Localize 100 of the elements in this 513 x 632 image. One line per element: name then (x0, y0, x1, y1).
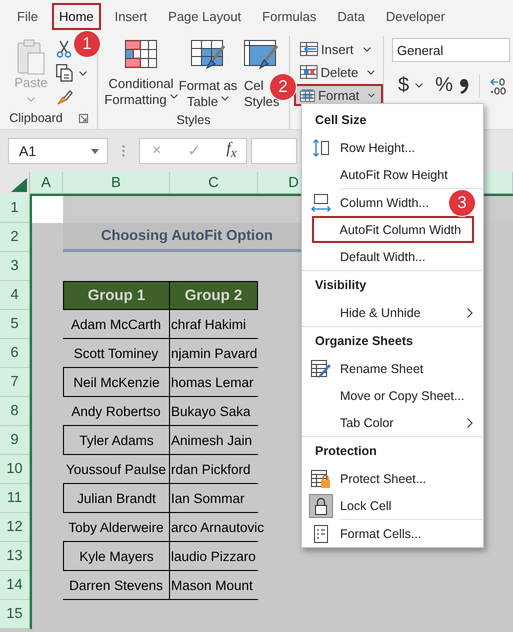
table-cell: chraf Hakimi (171, 317, 246, 332)
menu-section-header: Organize Sheets (314, 333, 414, 350)
delete-cells-icon (300, 65, 318, 79)
comma-style-icon[interactable] (458, 78, 469, 94)
table-cell: Kyle Mayers (79, 548, 154, 564)
insert-function-button[interactable]: f$_{x}$ (226, 140, 237, 162)
conditional-formatting-button[interactable]: Conditional Formatting (104, 36, 178, 110)
scissors-icon[interactable] (56, 40, 72, 58)
table-cell: Scott Tominey (74, 346, 158, 360)
table-cell: Mason Mount (171, 578, 253, 593)
caret-icon (362, 46, 371, 52)
caret-icon (368, 92, 375, 98)
ribbon-tab[interactable]: Formulas (255, 2, 324, 30)
menu-item[interactable]: Lock Cell (340, 498, 392, 512)
row-header[interactable]: 7 (10, 374, 19, 390)
dialog-launcher-icon[interactable] (78, 114, 88, 122)
menu-item[interactable]: Format Cells... (340, 526, 422, 540)
document-icon (314, 524, 328, 542)
menu-item[interactable]: Row Height... (340, 140, 416, 154)
menu-item[interactable]: Column Width... (340, 196, 429, 210)
ribbon-tab[interactable]: File (10, 2, 45, 30)
row-header[interactable]: 3 (10, 258, 19, 274)
ribbon-tab[interactable]: Developer (378, 2, 452, 30)
table-header-cell: Group 2 (170, 281, 258, 310)
percent-button[interactable]: % (435, 74, 453, 97)
table-brush-icon (244, 40, 278, 70)
ribbon-tab[interactable]: Page Layout (161, 2, 248, 30)
row-header[interactable]: 8 (10, 403, 19, 419)
table-cell: laudio Pizzaro (171, 549, 256, 564)
menu-item[interactable]: Move or Copy Sheet... (340, 388, 464, 402)
table-cell: Andy Robertso (71, 404, 161, 418)
table-cell: Ian Sommar (171, 491, 245, 506)
copy-icon[interactable] (56, 64, 73, 82)
row-header[interactable]: 9 (10, 432, 19, 448)
menu-item[interactable]: Rename Sheet (340, 362, 424, 376)
table-cell: Adam McCarth (70, 316, 162, 332)
decimal-icon[interactable] (490, 76, 506, 94)
caret-icon (79, 70, 87, 76)
menu-item[interactable]: Default Width... (340, 250, 426, 264)
drag-handle-icon[interactable] (122, 145, 125, 157)
select-all-icon[interactable] (11, 178, 27, 192)
ribbon-tab[interactable]: Insert (108, 2, 154, 30)
table-brush-icon (191, 40, 225, 70)
group-label: Clipboard (9, 111, 63, 125)
column-width-icon (311, 194, 331, 212)
row-header[interactable]: 5 (10, 316, 19, 332)
chevron-right-icon (467, 308, 473, 318)
menu-section-header: Visibility (314, 277, 368, 294)
table-header-cell: Group 1 (63, 281, 170, 310)
formula-field[interactable] (251, 138, 297, 164)
table-cell: rdan Pickford (171, 462, 251, 477)
name-box[interactable]: A1 (8, 138, 108, 164)
row-header[interactable]: 1 (10, 200, 19, 216)
menu-item[interactable]: Protect Sheet... (340, 472, 426, 486)
table-cell: Youssouf Paulse (66, 462, 166, 476)
row-height-icon (312, 138, 330, 156)
paintbrush-icon[interactable] (56, 88, 74, 106)
table-cell: njamin Pavard (171, 346, 258, 361)
table-cell: Animesh Jain (171, 433, 252, 448)
ribbon-tab[interactable]: Data (330, 2, 372, 30)
menu-section-header: Protection (314, 443, 378, 460)
caret-icon (170, 94, 178, 98)
insert-button[interactable]: Insert (294, 38, 383, 60)
ribbon-tab[interactable]: Home (52, 2, 101, 30)
table-cell: Neil McKenzie (73, 374, 160, 390)
caret-icon (415, 83, 424, 88)
menu-item[interactable]: AutoFit Row Height (340, 168, 448, 182)
column-header[interactable]: B (111, 174, 121, 190)
table-cell: Julian Brandt (77, 490, 156, 506)
table-cell: Tyler Adams (79, 432, 154, 448)
caret-icon (367, 70, 375, 74)
group-label: Styles (176, 112, 211, 126)
currency-button[interactable]: $ (398, 74, 410, 97)
menu-item[interactable]: AutoFit Column Width (340, 222, 462, 236)
menu-item[interactable]: Hide & Unhide (340, 306, 421, 320)
delete-button[interactable]: Delete (294, 61, 383, 83)
table-cell: Bukayo Saka (171, 404, 251, 419)
chevron-right-icon (467, 418, 473, 428)
selected-cell[interactable] (30, 194, 63, 223)
table-cell: Darren Stevens (69, 578, 163, 592)
table-lock-icon (311, 470, 331, 488)
menu-section-header: Cell Size (314, 112, 368, 129)
table-pencil-icon (311, 360, 331, 378)
column-header[interactable]: C (208, 174, 219, 190)
clipboard-icon (17, 39, 45, 75)
column-header[interactable]: D (288, 174, 299, 190)
caret-icon (221, 96, 230, 100)
row-header[interactable]: 2 (10, 229, 19, 245)
row-header[interactable]: 4 (10, 287, 19, 303)
insert-cells-icon (300, 42, 318, 56)
table-cell: homas Lemar (171, 375, 254, 390)
caret-icon (27, 97, 35, 102)
menu-item[interactable]: Tab Color (340, 416, 394, 430)
table-cell: Toby Alderweire (68, 520, 164, 534)
row-header[interactable]: 6 (10, 345, 19, 361)
sheet-title: Choosing AutoFit Option (101, 228, 273, 244)
number-format-field[interactable]: General (392, 38, 510, 62)
table-cell: arco Arnautovic (171, 520, 264, 535)
format-as-table-button[interactable]: Format as Table (180, 36, 236, 110)
caret-icon (91, 148, 99, 154)
